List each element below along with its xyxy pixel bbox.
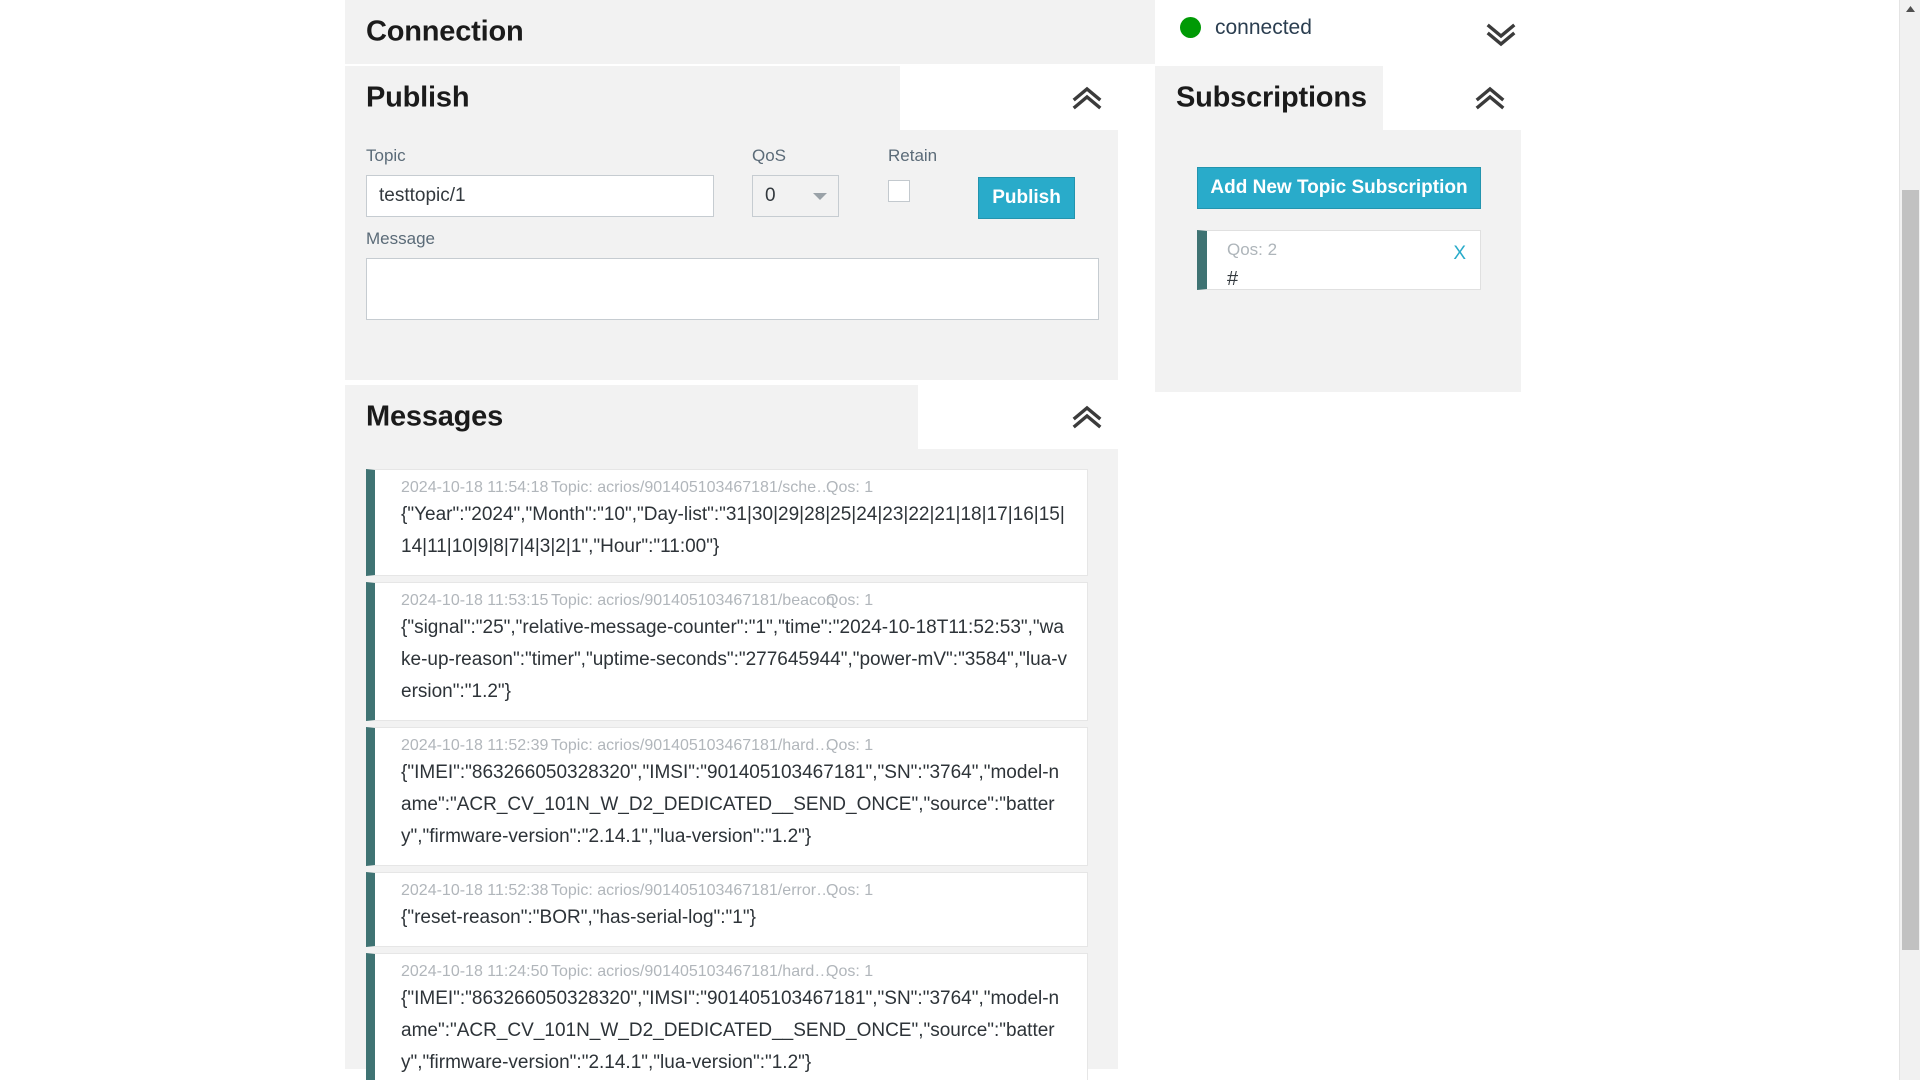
message-item[interactable]: 2024-10-18 11:52:38 Topic: acrios/9014051… xyxy=(366,872,1088,947)
message-meta: 2024-10-18 11:53:15 Topic: acrios/9014051… xyxy=(393,589,1069,612)
publish-button[interactable]: Publish xyxy=(978,177,1075,219)
message-timestamp: 2024-10-18 11:52:38 xyxy=(401,882,549,899)
triangle-up-icon xyxy=(1906,6,1915,12)
subscriptions-collapse-toggle[interactable] xyxy=(1469,77,1511,119)
chevron-double-down-icon xyxy=(1486,23,1516,47)
message-qos: Qos: 1 xyxy=(826,479,874,496)
subscription-topic: # xyxy=(1227,268,1239,290)
message-field-group: Message xyxy=(366,230,1099,320)
message-topic: Topic: acrios/901405103467181/sche… xyxy=(551,479,833,496)
message-qos: Qos: 1 xyxy=(826,882,874,899)
chevron-down-icon xyxy=(813,193,827,200)
message-meta: 2024-10-18 11:52:39 Topic: acrios/9014051… xyxy=(393,734,1069,757)
message-meta: 2024-10-18 11:52:38 Topic: acrios/9014051… xyxy=(393,879,1069,902)
subscriptions-panel-header: Subscriptions xyxy=(1155,66,1521,130)
message-item[interactable]: 2024-10-18 11:53:15 Topic: acrios/9014051… xyxy=(366,582,1088,721)
publish-panel: Publish Topic testtopic/1 QoS 0 Retain P… xyxy=(345,66,1118,380)
scrollbar-thumb[interactable] xyxy=(1902,190,1919,950)
message-timestamp: 2024-10-18 11:24:50 xyxy=(401,963,549,980)
qos-field-group: QoS 0 xyxy=(752,147,839,217)
messages-title: Messages xyxy=(366,400,504,433)
message-item[interactable]: 2024-10-18 11:54:18 Topic: acrios/9014051… xyxy=(366,469,1088,576)
message-meta: 2024-10-18 11:54:18 Topic: acrios/9014051… xyxy=(393,476,1069,499)
connection-panel-header: Connection xyxy=(345,0,1155,64)
subscriptions-panel-body: Add New Topic Subscription Qos: 2 # X xyxy=(1155,130,1521,392)
messages-list: 2024-10-18 11:54:18 Topic: acrios/9014051… xyxy=(366,469,1088,1080)
message-payload: {"Year":"2024","Month":"10","Day-list":"… xyxy=(401,504,1065,557)
message-topic: Topic: acrios/901405103467181/hard… xyxy=(551,963,831,980)
qos-select[interactable]: 0 xyxy=(752,175,839,217)
retain-field-group: Retain xyxy=(888,147,937,202)
message-meta: 2024-10-18 11:24:50 Topic: acrios/9014051… xyxy=(393,960,1069,983)
connection-panel: Connection xyxy=(345,0,1155,64)
chevron-double-up-icon xyxy=(1475,86,1505,110)
subscription-list-item[interactable]: Qos: 2 # X xyxy=(1197,230,1481,290)
message-payload: {"IMEI":"863266050328320","IMSI":"901405… xyxy=(401,988,1060,1073)
connection-title: Connection xyxy=(366,15,524,48)
messages-panel-body: 2024-10-18 11:54:18 Topic: acrios/9014051… xyxy=(345,449,1118,1080)
message-item[interactable]: 2024-10-18 11:52:39 Topic: acrios/9014051… xyxy=(366,727,1088,866)
message-timestamp: 2024-10-18 11:54:18 xyxy=(401,479,549,496)
chevron-double-up-icon xyxy=(1072,405,1102,429)
message-qos: Qos: 1 xyxy=(826,737,874,754)
connection-status: connected xyxy=(1180,17,1312,38)
message-label: Message xyxy=(366,229,435,248)
messages-panel-header: Messages xyxy=(345,385,1118,449)
qos-selected-value: 0 xyxy=(765,185,776,206)
subscriptions-title: Subscriptions xyxy=(1176,81,1367,114)
publish-panel-body: Topic testtopic/1 QoS 0 Retain Publish M… xyxy=(345,130,1118,380)
messages-collapse-toggle[interactable] xyxy=(1066,396,1108,438)
connection-status-label: connected xyxy=(1215,16,1312,39)
retain-checkbox[interactable] xyxy=(888,180,910,202)
mqtt-client-page: Connection connected Publish Topic testt… xyxy=(0,0,1920,1080)
message-timestamp: 2024-10-18 11:52:39 xyxy=(401,737,549,754)
message-topic: Topic: acrios/901405103467181/hard… xyxy=(551,737,831,754)
add-new-topic-subscription-button[interactable]: Add New Topic Subscription xyxy=(1197,167,1481,209)
topic-field-group: Topic testtopic/1 xyxy=(366,147,714,217)
retain-label: Retain xyxy=(888,146,938,165)
subscription-qos: Qos: 2 xyxy=(1227,240,1278,259)
remove-subscription-button[interactable]: X xyxy=(1453,243,1466,265)
topic-input[interactable]: testtopic/1 xyxy=(366,175,714,217)
message-textarea[interactable] xyxy=(366,258,1099,320)
message-topic: Topic: acrios/901405103467181/beacon xyxy=(551,592,835,609)
publish-title: Publish xyxy=(366,81,470,114)
message-payload: {"IMEI":"863266050328320","IMSI":"901405… xyxy=(401,762,1060,847)
scroll-up-arrow-icon[interactable] xyxy=(1900,0,1920,18)
qos-label: QoS xyxy=(752,146,787,165)
topic-label: Topic xyxy=(366,146,406,165)
message-qos: Qos: 1 xyxy=(826,592,874,609)
chevron-double-up-icon xyxy=(1072,86,1102,110)
topic-input-value: testtopic/1 xyxy=(379,185,466,206)
publish-collapse-toggle[interactable] xyxy=(1066,77,1108,119)
message-timestamp: 2024-10-18 11:53:15 xyxy=(401,592,549,609)
message-item[interactable]: 2024-10-18 11:24:50 Topic: acrios/9014051… xyxy=(366,953,1088,1080)
message-payload: {"signal":"25","relative-message-counter… xyxy=(401,617,1068,702)
message-payload: {"reset-reason":"BOR","has-serial-log":"… xyxy=(401,907,756,928)
publish-panel-header: Publish xyxy=(345,66,1118,130)
subscriptions-panel: Subscriptions Add New Topic Subscription… xyxy=(1155,66,1521,392)
message-topic: Topic: acrios/901405103467181/error… xyxy=(551,882,833,899)
message-qos: Qos: 1 xyxy=(826,963,874,980)
messages-panel: Messages 2024-10-18 11:54:18 Topic: acrio… xyxy=(345,385,1118,1080)
page-scrollbar[interactable] xyxy=(1899,0,1920,1080)
connection-expand-toggle[interactable] xyxy=(1480,14,1522,56)
status-indicator-dot xyxy=(1180,17,1201,38)
